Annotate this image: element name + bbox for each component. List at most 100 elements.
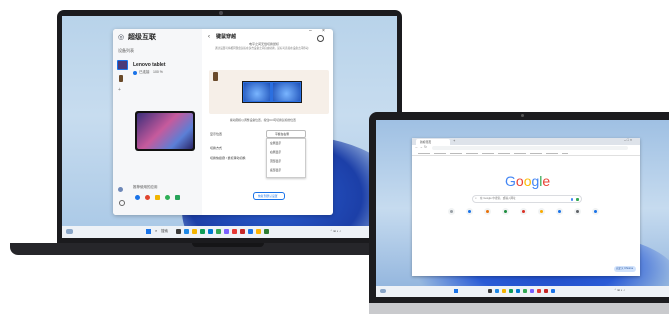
chrome-icon[interactable] <box>216 229 221 234</box>
customize-chrome-button[interactable]: 自定义 Chrome <box>614 266 636 272</box>
task-view-icon[interactable] <box>176 229 181 234</box>
google-logo-letter: e <box>542 173 551 189</box>
info-icon[interactable] <box>317 35 324 42</box>
chrome-icon[interactable] <box>523 289 527 293</box>
add-device-button[interactable]: + <box>118 88 121 93</box>
back-forward-icons[interactable]: ← → ↻ <box>415 145 427 150</box>
user-avatar-icon[interactable] <box>118 187 123 192</box>
device-arrangement-area <box>209 70 329 114</box>
store-icon[interactable] <box>208 229 213 234</box>
google-logo-letter: o <box>515 173 524 189</box>
search-box[interactable]: ⌕ 在 Google 中搜索，或输入网址 <box>472 195 582 203</box>
app-icon[interactable] <box>224 229 229 234</box>
dropdown-option[interactable]: 右侧显示 <box>270 151 281 154</box>
edge-icon[interactable] <box>509 289 513 293</box>
desc-line-2: 通过设置可将相同键盘鼠标在多台设备之间自由切换，鼠标可直接在设备之间移动 <box>215 47 309 50</box>
app-icon[interactable] <box>544 289 548 293</box>
window-controls[interactable]: – □ × <box>624 138 632 143</box>
new-tab-button[interactable]: + <box>453 139 455 143</box>
app-window: ◎ 超级互联 设备列表 + Lenovo tablet 已连接 100 % 推荐… <box>113 29 333 215</box>
dropdown-option[interactable]: 顶部显示 <box>270 160 281 163</box>
second-laptop-base <box>369 303 669 314</box>
shortcut-tile[interactable] <box>556 208 563 215</box>
dropdown-option[interactable]: 左侧显示 <box>270 142 281 145</box>
shortcut-favicon-icon <box>558 210 561 213</box>
lens-icon[interactable] <box>576 197 579 201</box>
shortcut-tile[interactable] <box>592 208 599 215</box>
widgets-icon[interactable] <box>380 289 386 293</box>
app-icon[interactable] <box>537 289 541 293</box>
connected-icon <box>133 71 137 75</box>
dropdown-option[interactable]: 底部显示 <box>270 169 281 172</box>
shortcut-favicon-icon <box>540 210 543 213</box>
shortcut-favicon-icon <box>504 210 507 213</box>
position-dropdown: 左侧显示 右侧显示 顶部显示 底部显示 <box>266 138 306 178</box>
tablet-device-icon[interactable] <box>117 60 128 70</box>
bookmark-items[interactable] <box>418 152 568 154</box>
task-view-icon[interactable] <box>488 289 492 293</box>
shortcut-favicon-icon <box>522 210 525 213</box>
app-icon-1[interactable] <box>135 195 140 200</box>
app-icon[interactable] <box>256 229 261 234</box>
app-icon[interactable] <box>264 229 269 234</box>
app-icon[interactable] <box>530 289 534 293</box>
phone-thumb[interactable] <box>213 72 218 81</box>
shortcut-tile[interactable] <box>502 208 509 215</box>
pc-screen-thumb <box>244 83 270 101</box>
search-icon[interactable]: ⌕ <box>155 229 157 233</box>
minimize-button[interactable]: – <box>309 29 312 34</box>
shortcut-favicon-icon <box>594 210 597 213</box>
store-icon[interactable] <box>516 289 520 293</box>
shortcut-tile[interactable] <box>574 208 581 215</box>
shortcut-tile[interactable] <box>448 208 455 215</box>
shortcut-tile[interactable] <box>484 208 491 215</box>
edge-icon[interactable] <box>200 229 205 234</box>
widgets-icon[interactable] <box>66 229 73 234</box>
back-icon[interactable]: ‹ <box>208 34 210 40</box>
panel-title: 键鼠穿越 <box>216 34 237 40</box>
file-explorer-icon[interactable] <box>502 289 506 293</box>
shortcut-tiles <box>448 208 608 218</box>
shortcut-favicon-icon <box>450 210 453 213</box>
shortcut-tile[interactable] <box>466 208 473 215</box>
app-icon-3[interactable] <box>155 195 160 200</box>
taskbar-search-label[interactable]: 搜索 <box>161 229 168 234</box>
mic-icon[interactable] <box>571 197 573 201</box>
taskbar: ⌕ 搜索 ⌃ ⊞ ◐ ♪ 00:00 <box>62 226 397 238</box>
app-icon-5[interactable] <box>175 195 180 200</box>
app-icon[interactable] <box>495 289 499 293</box>
app-icon[interactable] <box>232 229 237 234</box>
tray-icons[interactable]: ⌃ ⊞ ◐ ♪ <box>614 289 625 292</box>
settings-icon[interactable] <box>119 200 125 206</box>
position-select[interactable]: 平板在右侧 <box>266 130 306 138</box>
start-icon[interactable] <box>454 289 458 293</box>
chrome-window: 新标签页 + – □ × ← → ↻ Google ⌕ 在 Google 中搜索… <box>412 138 640 276</box>
tab-strip: 新标签页 + – □ × <box>412 138 640 145</box>
file-explorer-icon[interactable] <box>192 229 197 234</box>
app-icon[interactable] <box>184 229 189 234</box>
device-name: Lenovo tablet <box>133 62 166 68</box>
app-icon[interactable] <box>248 229 253 234</box>
row-position-label: 显示位置 <box>210 132 223 136</box>
google-logo: Google <box>505 174 550 188</box>
phone-device-icon[interactable] <box>119 75 123 82</box>
tablet-screen-thumb <box>273 83 300 101</box>
shortcut-tile[interactable] <box>538 208 545 215</box>
restore-default-button[interactable]: 恢复到默认设置 <box>253 192 285 200</box>
row-switch-label: 切换方式 <box>210 146 223 150</box>
shortcut-favicon-icon <box>576 210 579 213</box>
app-icon-2[interactable] <box>145 195 150 200</box>
close-button[interactable]: × <box>322 29 325 34</box>
address-bar[interactable] <box>432 146 628 150</box>
shortcut-favicon-icon <box>468 210 471 213</box>
app-icon[interactable] <box>551 289 555 293</box>
shortcut-tile[interactable] <box>520 208 527 215</box>
customize-chrome-label: 自定义 Chrome <box>616 266 634 270</box>
screens-thumb[interactable] <box>242 81 302 103</box>
start-icon[interactable] <box>146 229 151 234</box>
laptop-screen: ◎ 超级互联 设备列表 + Lenovo tablet 已连接 100 % 推荐… <box>62 16 397 238</box>
app-icon[interactable] <box>240 229 245 234</box>
app-icon-4[interactable] <box>165 195 170 200</box>
tray-icons[interactable]: ⌃ ⊞ ◐ ♪ <box>330 230 341 233</box>
tablet-preview <box>135 111 195 151</box>
